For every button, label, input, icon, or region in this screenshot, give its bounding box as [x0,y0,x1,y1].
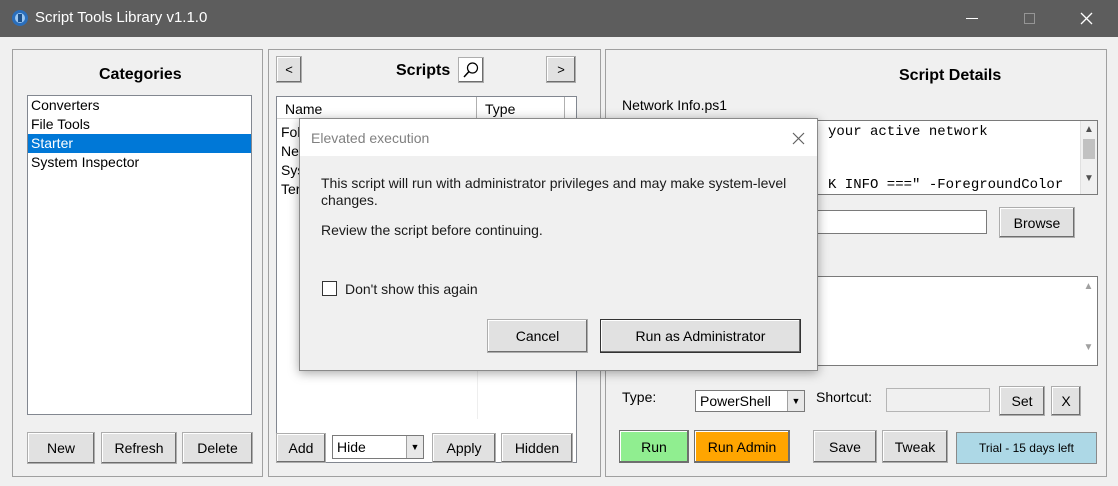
tweak-button[interactable]: Tweak [882,430,948,463]
chevron-down-icon: ▼ [406,436,423,458]
category-item-starter[interactable]: Starter [28,134,251,153]
run-as-administrator-button[interactable]: Run as Administrator [600,319,801,353]
apply-button[interactable]: Apply [432,433,496,463]
code-line: your active network [828,124,988,140]
category-item-system-inspector[interactable]: System Inspector [28,153,251,172]
prev-button[interactable]: < [276,56,302,83]
hidden-button[interactable]: Hidden [501,433,573,463]
description-scrollbar[interactable]: ▲ ▼ [1080,277,1097,365]
dialog-message-line: This script will run with administrator … [321,175,787,191]
set-shortcut-button[interactable]: Set [999,386,1045,416]
dont-show-label[interactable]: Don't show this again [345,281,478,297]
type-value: PowerShell [700,393,771,409]
filter-value: Hide [337,439,366,455]
app-icon [12,10,28,26]
minimize-button[interactable] [949,0,995,37]
scroll-down-icon[interactable]: ▼ [1081,173,1097,184]
shortcut-label: Shortcut: [816,389,873,405]
title-bar: Script Tools Library v1.1.0 [0,0,1118,37]
details-heading: Script Details [899,67,1002,84]
browse-button[interactable]: Browse [999,207,1075,238]
scroll-up-icon: ▲ [1083,281,1094,292]
save-button[interactable]: Save [813,430,877,463]
column-type-header[interactable]: Type [477,97,565,119]
run-button[interactable]: Run [619,430,689,463]
scroll-down-icon: ▼ [1083,342,1094,353]
script-filename: Network Info.ps1 [622,97,728,113]
maximize-icon [1023,13,1035,24]
dialog-title: Elevated execution [311,130,430,146]
chevron-down-icon: ▼ [787,391,804,411]
type-dropdown[interactable]: PowerShell ▼ [695,390,805,412]
dialog-header: Elevated execution [300,119,817,156]
add-script-button[interactable]: Add [276,433,326,463]
window-title: Script Tools Library v1.1.0 [35,9,208,26]
next-button[interactable]: > [546,56,576,83]
categories-panel: Categories Converters File Tools Starter… [12,49,263,477]
maximize-button [1006,0,1052,37]
trial-status-badge: Trial - 15 days left [956,432,1097,464]
code-line: K INFO ===" -ForegroundColor [828,177,1064,193]
cancel-button[interactable]: Cancel [487,319,588,353]
close-icon [792,132,804,144]
categories-list[interactable]: Converters File Tools Starter System Ins… [27,95,252,415]
dialog-close-button[interactable] [787,127,809,149]
scroll-up-icon[interactable]: ▲ [1081,124,1097,135]
filter-dropdown[interactable]: Hide ▼ [332,435,424,459]
code-scrollbar[interactable]: ▲ ▼ [1080,121,1097,194]
category-item-converters[interactable]: Converters [28,96,251,115]
type-label: Type: [622,389,657,405]
categories-heading: Categories [99,66,182,83]
refresh-button[interactable]: Refresh [101,432,177,464]
category-item-file-tools[interactable]: File Tools [28,115,251,134]
dialog-message-review: Review the script before continuing. [321,222,543,238]
scroll-thumb[interactable] [1083,139,1095,159]
scripts-list-header: Name Type [277,97,576,119]
close-icon [1080,12,1092,25]
search-icon [463,62,479,78]
dialog-message-line: changes. [321,192,378,208]
new-category-button[interactable]: New [27,432,95,464]
dont-show-checkbox[interactable] [322,281,337,296]
close-button[interactable] [1063,0,1109,37]
minimize-icon [966,17,978,19]
search-button[interactable] [458,57,484,83]
column-name-header[interactable]: Name [277,97,477,119]
elevated-execution-dialog: Elevated execution This script will run … [299,118,818,371]
run-admin-button[interactable]: Run Admin [694,430,790,463]
shortcut-input[interactable] [886,388,990,412]
scripts-heading: Scripts [396,62,451,79]
delete-category-button[interactable]: Delete [182,432,253,464]
clear-shortcut-button[interactable]: X [1051,386,1081,416]
